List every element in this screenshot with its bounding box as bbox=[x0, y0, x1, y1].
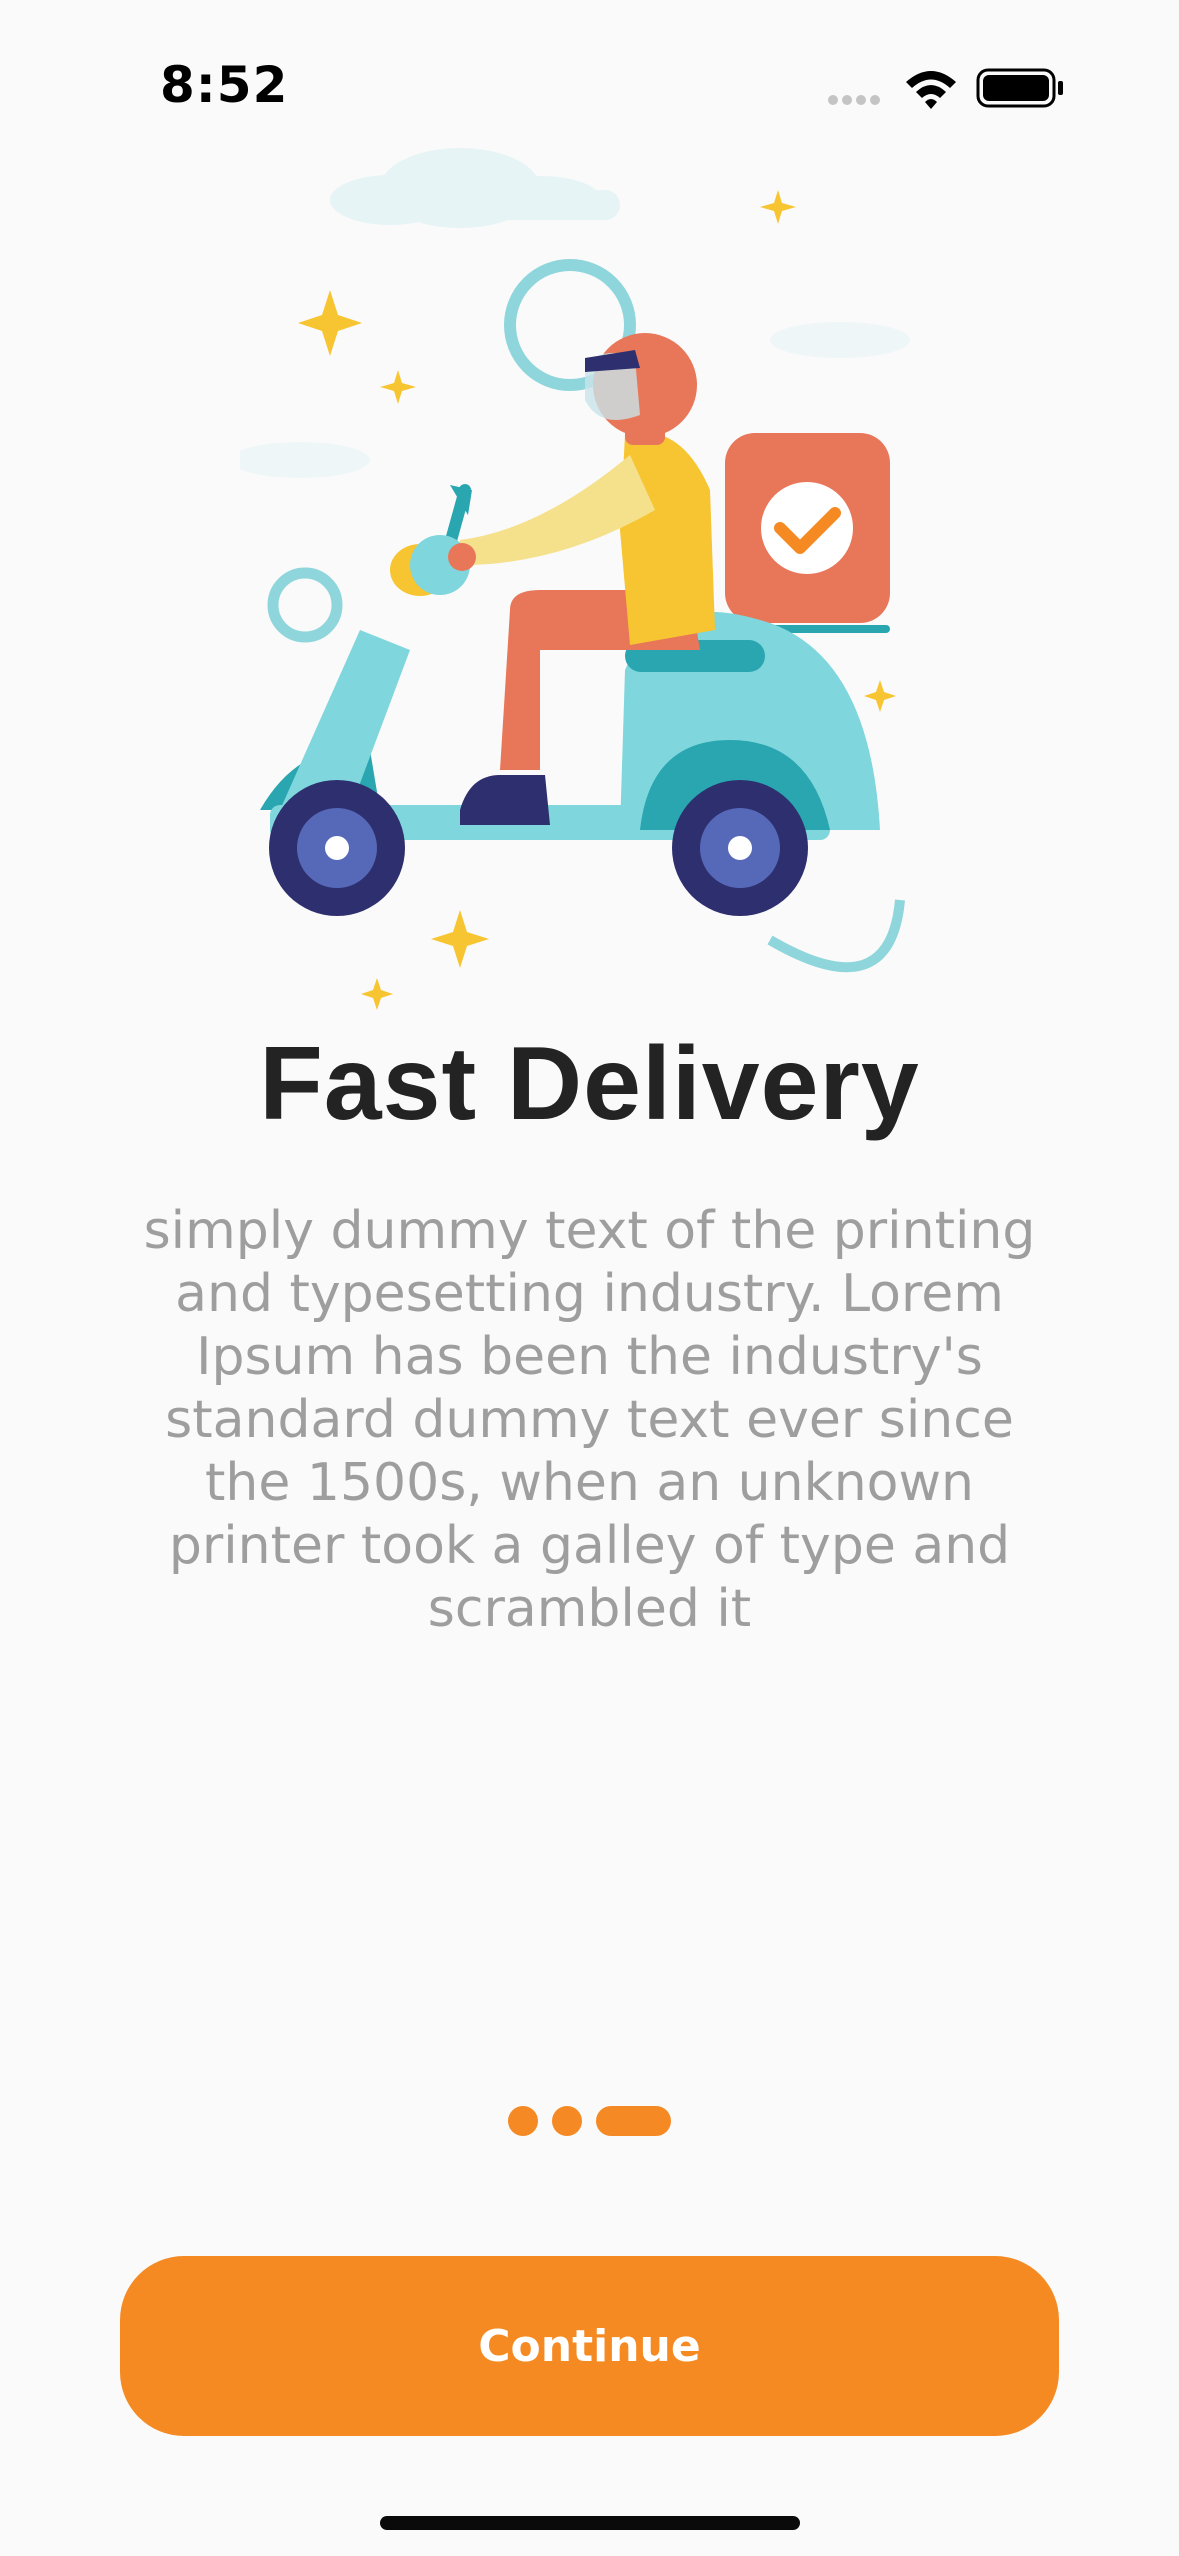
page-dot-2[interactable] bbox=[552, 2106, 582, 2136]
page-indicator bbox=[0, 2106, 1179, 2138]
page-dot-3-active[interactable] bbox=[596, 2106, 671, 2136]
delivery-scooter-illustration bbox=[240, 148, 910, 1010]
signal-dots-icon bbox=[828, 95, 880, 105]
page-dot-1[interactable] bbox=[508, 2106, 538, 2136]
home-indicator[interactable] bbox=[380, 2516, 800, 2530]
onboarding-title: Fast Delivery bbox=[259, 1026, 920, 1142]
status-icons bbox=[828, 68, 1063, 109]
status-time: 8:52 bbox=[160, 56, 289, 114]
onboarding-description: simply dummy text of the printing and ty… bbox=[143, 1201, 1036, 1639]
wifi-icon bbox=[906, 71, 956, 109]
battery-icon bbox=[976, 68, 1063, 108]
continue-button[interactable]: Continue bbox=[120, 2256, 1059, 2436]
